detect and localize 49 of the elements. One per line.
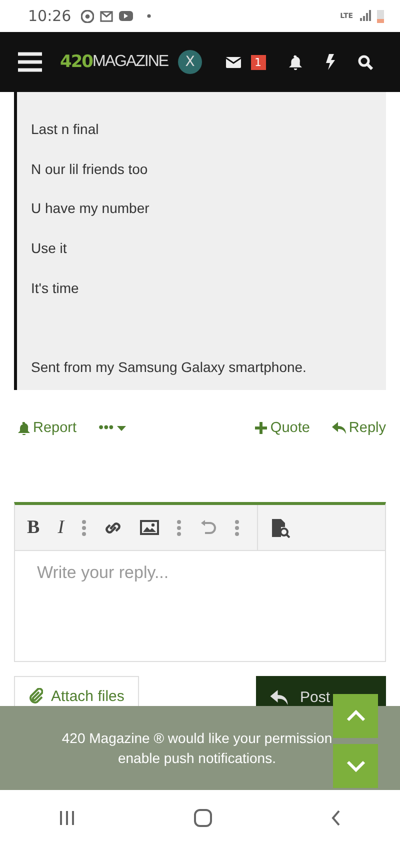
image-icon[interactable] bbox=[140, 520, 160, 535]
reply-link[interactable]: Reply bbox=[332, 420, 386, 436]
dot-icon bbox=[147, 14, 152, 18]
enable-notifications-link[interactable]: enable push notifications bbox=[118, 750, 272, 766]
mail-icon bbox=[100, 10, 114, 22]
italic-button[interactable]: I bbox=[58, 516, 64, 538]
undo-icon[interactable] bbox=[199, 518, 218, 536]
back-icon[interactable] bbox=[330, 810, 341, 826]
menu-icon[interactable] bbox=[18, 52, 42, 72]
more-options-icon[interactable] bbox=[235, 520, 240, 536]
mail-icon[interactable] bbox=[226, 56, 241, 68]
user-avatar[interactable]: X bbox=[178, 50, 202, 74]
quote-line: U have my number bbox=[31, 200, 150, 216]
bold-button[interactable]: B bbox=[27, 516, 40, 538]
video-icon bbox=[119, 11, 134, 21]
report-link[interactable]: Report bbox=[18, 420, 77, 436]
quote-line: N our lil friends too bbox=[31, 160, 148, 177]
quote-line: It's time bbox=[31, 280, 79, 296]
reply-icon bbox=[270, 690, 288, 704]
banner-text: 420 Magazine ® would like your permission enable push notifications. bbox=[62, 729, 332, 768]
chevron-up-icon bbox=[346, 710, 366, 722]
reply-field[interactable]: Write your reply... bbox=[15, 551, 385, 661]
caret-icon bbox=[116, 426, 126, 430]
home-icon[interactable] bbox=[194, 808, 212, 826]
quote-line: Use it bbox=[31, 240, 67, 256]
scroll-down-button[interactable] bbox=[333, 744, 378, 788]
sync-icon bbox=[81, 10, 94, 22]
bell-icon[interactable] bbox=[288, 54, 302, 70]
plus-icon bbox=[255, 422, 268, 434]
preview-icon[interactable] bbox=[270, 518, 290, 538]
chevron-down-icon bbox=[346, 760, 366, 772]
inbox-badge: 1 bbox=[250, 54, 266, 70]
reply-icon bbox=[332, 422, 346, 434]
status-time: 10:26 bbox=[28, 7, 72, 25]
site-logo[interactable]: 420MAGAZINE bbox=[60, 52, 168, 72]
quote-link[interactable]: Quote bbox=[255, 420, 310, 436]
recent-apps-icon[interactable] bbox=[59, 810, 76, 826]
signature-text: Sent from my Samsung Galaxy smartphone. bbox=[31, 359, 306, 376]
search-icon[interactable] bbox=[358, 54, 372, 70]
more-options-icon[interactable] bbox=[177, 520, 182, 536]
paperclip-icon bbox=[29, 688, 43, 704]
more-menu[interactable]: ••• bbox=[98, 420, 126, 436]
battery-icon bbox=[377, 9, 384, 23]
scroll-up-button[interactable] bbox=[333, 694, 378, 738]
lightning-icon[interactable] bbox=[324, 54, 335, 70]
more-options-icon[interactable] bbox=[82, 520, 86, 536]
quote-line: Last n final bbox=[31, 121, 99, 137]
bell-icon bbox=[18, 422, 30, 434]
signal-icon bbox=[359, 10, 371, 22]
